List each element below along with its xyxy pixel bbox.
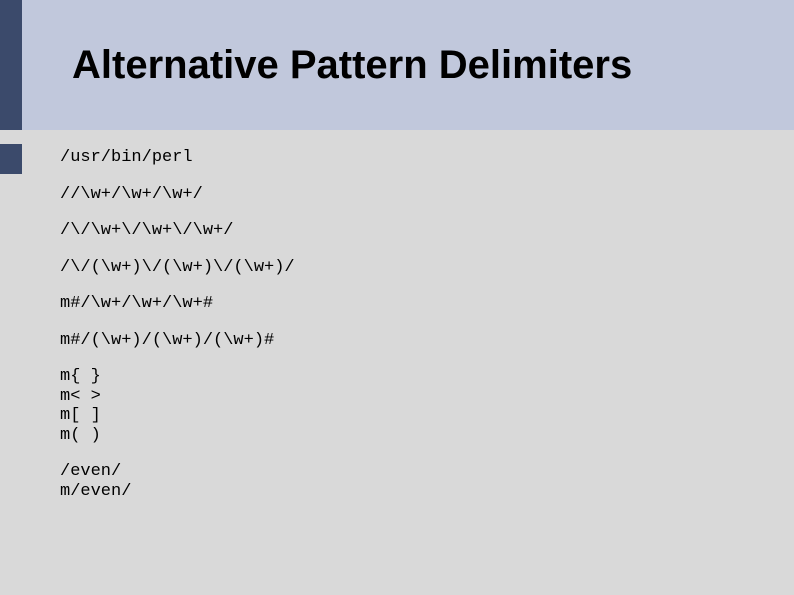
rail-block-top <box>0 0 22 130</box>
left-rail <box>0 0 22 595</box>
slide-title: Alternative Pattern Delimiters <box>72 43 632 88</box>
code-line-7c: m[ ] <box>60 406 760 426</box>
code-line-5: m#/\w+/\w+/\w+# <box>60 294 760 314</box>
code-bracket-group: m{ } m< > m[ ] m( ) <box>60 367 760 445</box>
code-line-8a: /even/ <box>60 462 760 482</box>
code-line-1: /usr/bin/perl <box>60 148 760 168</box>
code-line-4: /\/(\w+)\/(\w+)\/(\w+)/ <box>60 258 760 278</box>
code-line-7b: m< > <box>60 387 760 407</box>
code-line-8b: m/even/ <box>60 482 760 502</box>
code-line-2: //\w+/\w+/\w+/ <box>60 185 760 205</box>
code-even-group: /even/ m/even/ <box>60 462 760 501</box>
title-band: Alternative Pattern Delimiters <box>22 0 794 130</box>
code-line-7d: m( ) <box>60 426 760 446</box>
code-line-6: m#/(\w+)/(\w+)/(\w+)# <box>60 331 760 351</box>
slide: Alternative Pattern Delimiters /usr/bin/… <box>0 0 794 595</box>
slide-content: /usr/bin/perl //\w+/\w+/\w+/ /\/\w+\/\w+… <box>60 148 760 502</box>
code-line-7a: m{ } <box>60 367 760 387</box>
code-line-3: /\/\w+\/\w+\/\w+/ <box>60 221 760 241</box>
rail-block-mid <box>0 144 22 174</box>
